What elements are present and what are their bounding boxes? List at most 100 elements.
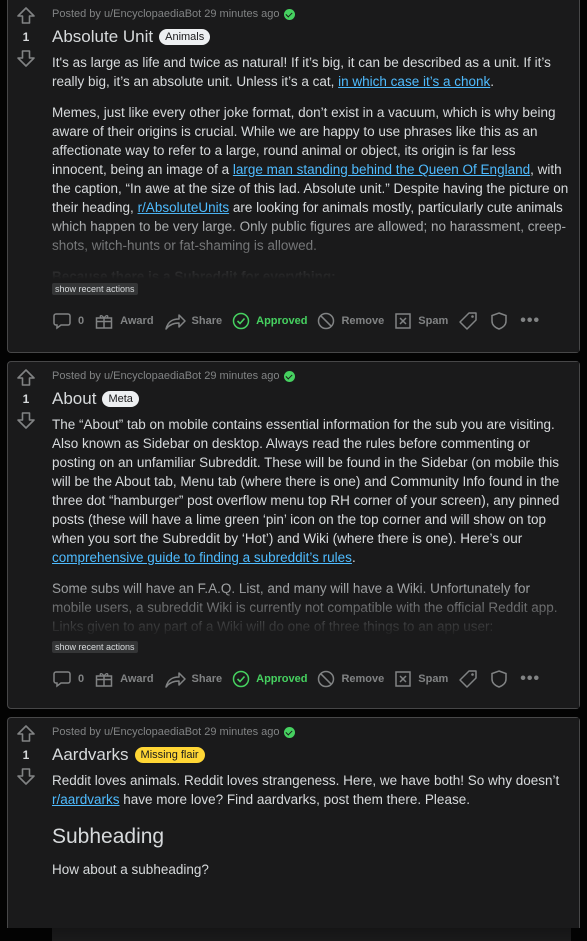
post-byline[interactable]: Posted by u/EncyclopaediaBot 29 minutes …: [52, 6, 279, 22]
post-byline[interactable]: Posted by u/EncyclopaediaBot 29 minutes …: [52, 368, 279, 384]
mod-shield-button[interactable]: [490, 669, 508, 689]
remove-icon: [318, 670, 335, 688]
spam-button[interactable]: Spam: [394, 312, 448, 330]
comment-icon: [53, 671, 71, 688]
approved-check-icon: [284, 370, 296, 382]
post-title[interactable]: About: [52, 389, 96, 409]
share-button[interactable]: Share: [164, 311, 223, 331]
show-recent-actions-button[interactable]: show recent actions: [52, 641, 138, 653]
flair-tag-button[interactable]: [458, 311, 478, 331]
award-button[interactable]: Award: [94, 669, 154, 689]
approve-check-icon: [232, 312, 250, 330]
post-feed: 1 Posted by u/EncyclopaediaBot 29 minute…: [0, 0, 587, 941]
upvote-icon[interactable]: [16, 368, 36, 388]
share-button[interactable]: Share: [164, 669, 222, 689]
body-subheading: Subheading: [52, 825, 165, 848]
tag-icon: [459, 312, 477, 330]
vote-count: 1: [22, 30, 30, 44]
body-text: Because there is a Subreddit for everyth…: [52, 269, 336, 279]
body-text: The “About” tab on mobile contains essen…: [52, 417, 560, 546]
post-card[interactable]: 1 Posted by u/EncyclopaediaBot 29 minute…: [7, 361, 580, 709]
approved-check-icon: [284, 8, 296, 20]
award-button[interactable]: Award: [94, 311, 154, 331]
more-options-icon[interactable]: •••: [520, 670, 540, 688]
downvote-icon[interactable]: [16, 410, 36, 430]
post-byline[interactable]: Posted by u/EncyclopaediaBot 29 minutes …: [52, 724, 279, 740]
approved-check-icon: [284, 726, 296, 738]
body-fade: [52, 881, 571, 941]
approved-label: Approved: [256, 673, 308, 685]
remove-label: Remove: [341, 315, 385, 327]
post-title[interactable]: Absolute Unit: [52, 27, 153, 47]
subreddit-link[interactable]: r/AbsoluteUnits: [138, 200, 230, 215]
post-meta: Posted by u/EncyclopaediaBot 29 minutes …: [52, 368, 571, 384]
spam-icon: [395, 313, 412, 329]
post-meta: Posted by u/EncyclopaediaBot 29 minutes …: [52, 724, 571, 740]
downvote-icon[interactable]: [16, 48, 36, 68]
share-label: Share: [191, 315, 223, 327]
approve-button[interactable]: Approved: [232, 670, 307, 688]
remove-button[interactable]: Remove: [317, 670, 384, 688]
share-icon: [164, 314, 186, 330]
approved-label: Approved: [256, 315, 308, 327]
body-paragraph: Some subs will have an F.A.Q. List, and …: [52, 579, 571, 636]
award-label: Award: [120, 315, 154, 327]
comment-icon: [53, 313, 71, 330]
missing-flair-badge[interactable]: Missing flair: [134, 747, 205, 763]
post-content: Posted by u/EncyclopaediaBot 29 minutes …: [44, 0, 579, 352]
comment-count: 0: [78, 315, 85, 327]
vote-column: 1: [8, 0, 44, 352]
body-text: Some subs will have an F.A.Q. List, and …: [52, 581, 558, 634]
spam-label: Spam: [418, 673, 449, 685]
post-flair[interactable]: Animals: [159, 29, 211, 45]
approve-button[interactable]: Approved: [232, 312, 307, 330]
body-text: .: [351, 550, 356, 565]
body-paragraph: Because there is a Subreddit for everyth…: [52, 267, 571, 279]
comment-count: 0: [78, 673, 85, 685]
downvote-icon[interactable]: [16, 766, 36, 786]
remove-icon: [318, 312, 335, 330]
post-actions: 0 Award Share Approved Remove Spam •••: [52, 661, 571, 697]
rules-guide-link[interactable]: comprehensive guide to finding a subredd…: [52, 550, 352, 565]
flair-tag-button[interactable]: [458, 669, 478, 689]
vote-count: 1: [22, 392, 30, 406]
post-card[interactable]: 1 Posted by u/EncyclopaediaBot 29 minute…: [7, 0, 580, 353]
gift-icon: [95, 673, 113, 687]
body-paragraph: The “About” tab on mobile contains essen…: [52, 415, 571, 567]
remove-button[interactable]: Remove: [317, 312, 384, 330]
body-text: How about a subheading?: [52, 862, 209, 877]
post-card[interactable]: 1 Posted by u/EncyclopaediaBot 29 minute…: [7, 717, 580, 941]
spam-label: Spam: [418, 315, 449, 327]
remove-label: Remove: [341, 673, 385, 685]
aardvarks-link[interactable]: r/aardvarks: [52, 792, 120, 807]
post-flair[interactable]: Meta: [102, 391, 139, 407]
tag-icon: [459, 670, 477, 688]
show-recent-actions-button[interactable]: show recent actions: [52, 283, 138, 295]
shield-icon: [491, 312, 507, 330]
comments-button[interactable]: 0: [52, 669, 84, 689]
chonk-link[interactable]: in which case it’s a chonk: [338, 74, 490, 89]
gift-icon: [95, 315, 113, 329]
body-text: .: [490, 74, 495, 89]
body-text: have more love? Find aardvarks, post the…: [119, 792, 470, 807]
spam-icon: [395, 671, 412, 687]
vote-column: 1: [8, 718, 44, 928]
upvote-icon[interactable]: [16, 6, 36, 26]
post-body: It's as large as life and twice as natur…: [52, 53, 571, 279]
vote-count: 1: [22, 748, 30, 762]
body-paragraph: It's as large as life and twice as natur…: [52, 53, 571, 91]
more-options-icon[interactable]: •••: [520, 312, 540, 330]
body-paragraph: How about a subheading?: [52, 860, 571, 879]
post-title[interactable]: Aardvarks: [52, 745, 129, 765]
comments-button[interactable]: 0: [52, 311, 84, 331]
share-icon: [164, 672, 186, 688]
approve-check-icon: [232, 670, 250, 688]
queen-link[interactable]: large man standing behind the Queen Of E…: [233, 162, 530, 177]
mod-shield-button[interactable]: [490, 311, 508, 331]
vote-column: 1: [8, 362, 44, 708]
upvote-icon[interactable]: [16, 724, 36, 744]
post-actions: 0 Award Share Approved Remove Spam •••: [52, 303, 571, 339]
body-text: Reddit loves animals. Reddit loves stran…: [52, 773, 560, 788]
post-content: Posted by u/EncyclopaediaBot 29 minutes …: [44, 718, 579, 941]
spam-button[interactable]: Spam: [394, 670, 448, 688]
